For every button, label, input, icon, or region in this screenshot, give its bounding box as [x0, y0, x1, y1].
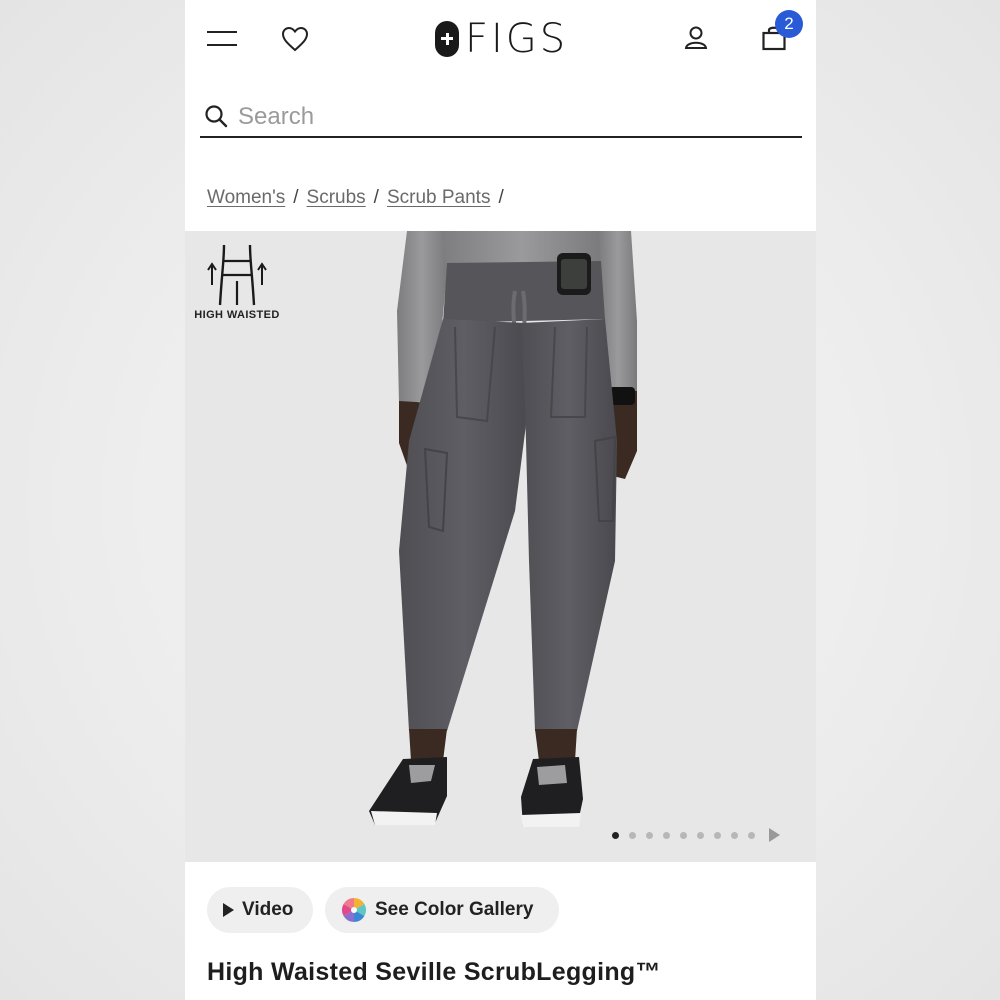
gallery-pagination	[612, 828, 780, 842]
high-waisted-icon	[207, 244, 267, 306]
gallery-dot[interactable]	[731, 831, 738, 839]
breadcrumb-separator: /	[293, 187, 299, 208]
color-gallery-button[interactable]: See Color Gallery	[325, 887, 559, 933]
product-page: FIGS 2 Women's / Scrubs / Scrub Pants /	[185, 0, 816, 1000]
gallery-dot[interactable]	[697, 831, 704, 839]
video-button-label: Video	[242, 899, 294, 920]
breadcrumb-scrub-pants[interactable]: Scrub Pants	[387, 187, 491, 209]
product-image[interactable]: HIGH WAISTED	[185, 231, 816, 862]
figs-logo[interactable]: FIGS	[435, 18, 568, 60]
search-icon[interactable]	[204, 104, 228, 128]
gallery-dot[interactable]	[612, 831, 619, 839]
breadcrumb-separator: /	[498, 187, 504, 208]
play-icon	[223, 903, 234, 917]
cart-count-badge[interactable]: 2	[775, 10, 803, 38]
site-header: FIGS 2	[185, 0, 816, 80]
gallery-dot[interactable]	[748, 831, 755, 839]
color-gallery-button-label: See Color Gallery	[375, 899, 534, 920]
search-bar	[200, 98, 802, 138]
product-title: High Waisted Seville ScrubLegging™	[207, 958, 661, 986]
breadcrumb-womens[interactable]: Women's	[207, 187, 285, 209]
chevron-right-icon[interactable]	[769, 828, 780, 842]
high-waisted-label: HIGH WAISTED	[194, 309, 280, 321]
video-button[interactable]: Video	[207, 887, 313, 933]
heart-icon[interactable]	[281, 26, 309, 52]
breadcrumb-scrubs[interactable]: Scrubs	[307, 187, 366, 209]
gallery-dot[interactable]	[629, 831, 636, 839]
logo-mark-icon	[435, 21, 459, 57]
gallery-dot[interactable]	[663, 831, 670, 839]
gallery-dot[interactable]	[646, 831, 653, 839]
gallery-dot[interactable]	[680, 831, 687, 839]
breadcrumb: Women's / Scrubs / Scrub Pants /	[207, 187, 504, 209]
account-icon[interactable]	[683, 24, 709, 52]
search-input[interactable]	[238, 100, 778, 134]
color-wheel-icon	[341, 898, 367, 922]
menu-icon[interactable]	[207, 30, 237, 48]
gallery-dot[interactable]	[714, 831, 721, 839]
high-waisted-badge: HIGH WAISTED	[191, 241, 283, 331]
logo-text: FIGS	[465, 16, 569, 62]
breadcrumb-separator: /	[373, 187, 379, 208]
